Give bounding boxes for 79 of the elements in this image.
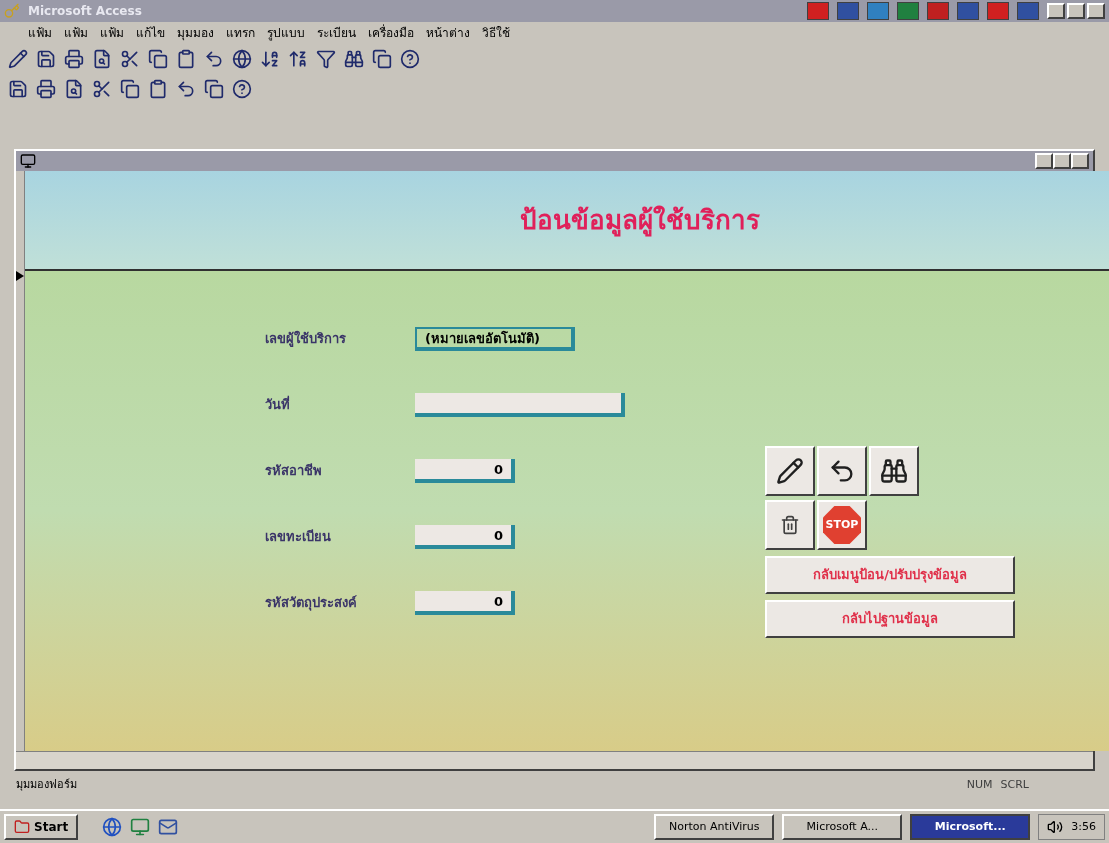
delete-button[interactable] [765, 500, 815, 550]
text-field[interactable]: (หมายเลขอัตโนมัติ) [415, 327, 575, 351]
menu-item[interactable]: วิธีใช้ [482, 24, 510, 42]
menu-item[interactable]: แฟ้ม [64, 24, 88, 42]
status-text: มุมมองฟอร์ม [16, 776, 77, 793]
minimize-button[interactable] [1047, 3, 1065, 19]
stop-button[interactable]: STOP [817, 500, 867, 550]
status-indicator: NUM [965, 776, 994, 793]
start-button[interactable]: Start [4, 814, 79, 840]
copy-icon[interactable] [148, 49, 168, 69]
undo-icon[interactable] [176, 79, 196, 99]
close-button[interactable] [1087, 3, 1105, 19]
sort-descending-icon[interactable] [288, 49, 308, 69]
filter-icon[interactable] [316, 49, 336, 69]
help-icon[interactable] [400, 49, 420, 69]
form-button[interactable]: กลับเมนูป้อน/ปรับปรุงข้อมูล [765, 556, 1015, 594]
text-field[interactable]: 0 [415, 591, 515, 615]
browser-icon[interactable] [102, 817, 123, 837]
taskbar-button[interactable]: Microsoft... [910, 814, 1031, 840]
taskbar-button[interactable]: Norton AntiVirus [654, 814, 775, 840]
stop-sign: STOP [823, 506, 861, 544]
maximize-button[interactable] [1067, 3, 1085, 19]
icon-button[interactable] [765, 446, 815, 496]
pencil-icon[interactable] [8, 49, 28, 69]
app-launcher-icon[interactable] [867, 2, 889, 20]
sort-ascending-icon[interactable] [260, 49, 280, 69]
menu-item[interactable]: แฟ้ม [100, 24, 124, 42]
menu-item[interactable]: ระเบียน [317, 24, 356, 42]
taskbar-button[interactable]: Microsoft A... [782, 814, 903, 840]
icon-button[interactable] [817, 446, 867, 496]
window-icon[interactable] [372, 49, 392, 69]
save-icon[interactable] [8, 79, 28, 99]
menu-item[interactable]: หน้าต่าง [426, 24, 470, 42]
horizontal-scrollbar[interactable] [16, 751, 1093, 769]
text-field[interactable] [415, 393, 625, 417]
window-title: Microsoft Access [28, 3, 142, 20]
window-icon[interactable] [204, 79, 224, 99]
desktop-icon[interactable] [130, 817, 151, 837]
menu-item[interactable]: รูปแบบ [267, 24, 305, 42]
key-icon [4, 3, 20, 19]
field-label: เลขทะเบียน [265, 528, 332, 547]
clock: 3:56 [1071, 818, 1096, 835]
print-icon[interactable] [64, 49, 84, 69]
status-indicator: SCRL [999, 776, 1030, 793]
menu-item[interactable]: แก้ไข [136, 24, 165, 42]
field-label: เลขผู้ใช้บริการ [265, 329, 347, 349]
cut-icon[interactable] [120, 49, 140, 69]
cut-icon[interactable] [92, 79, 112, 99]
print-preview-icon[interactable] [92, 49, 112, 69]
form-button[interactable]: กลับไปฐานข้อมูล [765, 600, 1015, 638]
find-icon [880, 457, 908, 485]
paste-icon[interactable] [176, 49, 196, 69]
text-field[interactable]: 0 [415, 525, 515, 549]
form-heading: ป้อนข้อมูลผู้ใช้บริการ [520, 203, 760, 239]
field-label: รหัสอาชีพ [265, 462, 323, 481]
icon-button[interactable] [869, 446, 919, 496]
print-icon[interactable] [36, 79, 56, 99]
close-button[interactable] [1071, 153, 1089, 169]
save-icon[interactable] [36, 49, 56, 69]
minimize-button[interactable] [1035, 153, 1053, 169]
menu-item[interactable]: แฟ้ม [28, 24, 52, 42]
copy-icon[interactable] [120, 79, 140, 99]
globe-icon[interactable] [232, 49, 252, 69]
form-icon [20, 153, 36, 169]
field-label: วันที่ [265, 395, 291, 415]
menu-item[interactable]: มุมมอง [177, 24, 214, 42]
volume-icon[interactable] [1047, 819, 1064, 835]
print-preview-icon[interactable] [64, 79, 84, 99]
menu-item[interactable]: เครื่องมือ [368, 24, 414, 42]
maximize-button[interactable] [1053, 153, 1071, 169]
help-icon[interactable] [232, 79, 252, 99]
field-label: รหัสวัตถุประสงค์ [265, 594, 358, 613]
undo-icon[interactable] [204, 49, 224, 69]
paste-icon[interactable] [148, 79, 168, 99]
menu-item[interactable]: แทรก [226, 24, 255, 42]
trash-icon [780, 515, 800, 535]
mail-icon[interactable] [158, 817, 179, 837]
text-field[interactable]: 0 [415, 459, 515, 483]
find-icon[interactable] [344, 49, 364, 69]
